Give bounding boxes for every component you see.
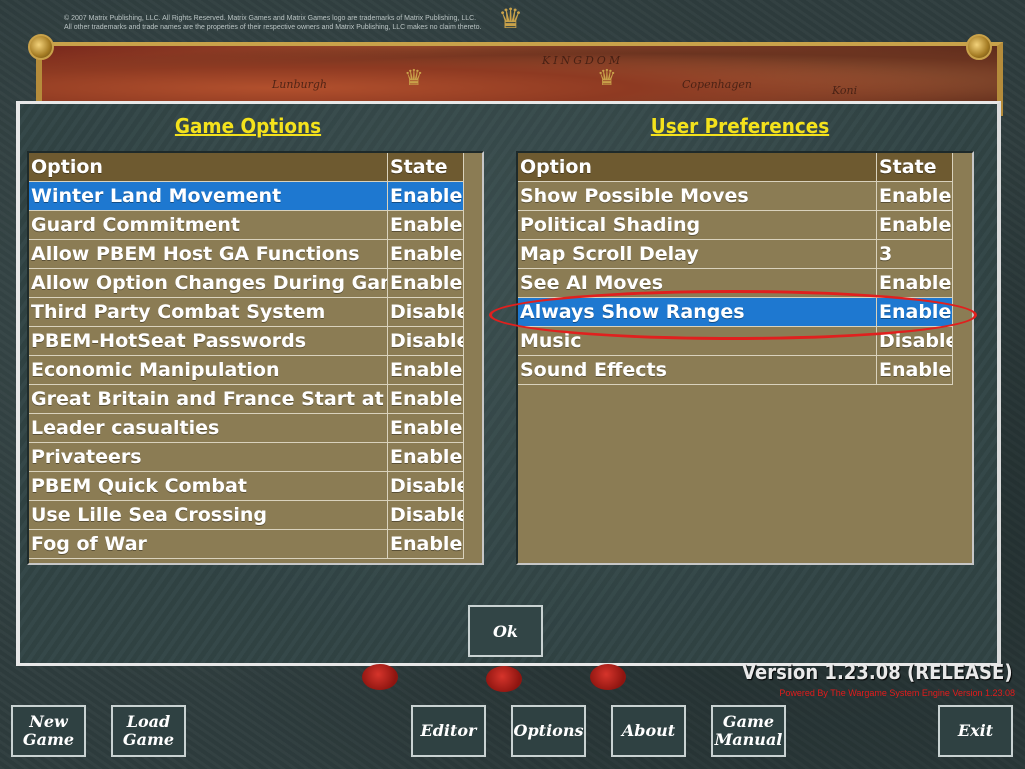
- option-state-cell[interactable]: Enabled: [388, 211, 464, 240]
- game-manual-button[interactable]: Game Manual: [711, 705, 786, 757]
- option-name-cell[interactable]: Fog of War: [29, 530, 388, 559]
- eagle-icon: ♛: [597, 66, 617, 91]
- gold-bolt-icon: [28, 34, 54, 60]
- option-name-cell[interactable]: Music: [518, 327, 877, 356]
- option-state-cell[interactable]: Enabled: [388, 443, 464, 472]
- option-state-cell[interactable]: Disabled: [388, 501, 464, 530]
- option-state-cell[interactable]: Disabled: [388, 327, 464, 356]
- table-row[interactable]: Third Party Combat SystemDisabled: [29, 298, 464, 327]
- option-name-cell[interactable]: Always Show Ranges: [518, 298, 877, 327]
- version-label: Version 1.23.08 (RELEASE): [742, 660, 1013, 684]
- ok-button[interactable]: Ok: [468, 605, 543, 657]
- option-name-cell[interactable]: Privateers: [29, 443, 388, 472]
- option-state-cell[interactable]: Enabled: [388, 530, 464, 559]
- engine-label: Powered By The Wargame System Engine Ver…: [779, 688, 1015, 698]
- option-name-cell[interactable]: Leader casualties: [29, 414, 388, 443]
- map-label: Copenhagen: [682, 78, 752, 91]
- option-name-cell[interactable]: Allow PBEM Host GA Functions: [29, 240, 388, 269]
- option-state-cell[interactable]: Enabled: [388, 269, 464, 298]
- gold-bolt-icon: [966, 34, 992, 60]
- table-row[interactable]: Use Lille Sea CrossingDisabled: [29, 501, 464, 530]
- table-row[interactable]: Map Scroll Delay 3: [518, 240, 953, 269]
- option-state-cell[interactable]: Enabled: [877, 298, 953, 327]
- option-state-cell[interactable]: 3: [877, 240, 953, 269]
- map-label: Koni: [832, 84, 858, 97]
- new-game-button[interactable]: New Game: [11, 705, 86, 757]
- about-button[interactable]: About: [611, 705, 686, 757]
- wax-seal-icon: [362, 664, 398, 690]
- user-preferences-title: User Preferences: [650, 114, 830, 138]
- option-state-cell[interactable]: Enabled: [388, 182, 464, 211]
- option-name-cell[interactable]: Economic Manipulation: [29, 356, 388, 385]
- option-state-cell[interactable]: Enabled: [877, 211, 953, 240]
- option-name-cell[interactable]: Great Britain and France Start at War: [29, 385, 388, 414]
- option-name-cell[interactable]: See AI Moves: [518, 269, 877, 298]
- copyright-notice: © 2007 Matrix Publishing, LLC. All Right…: [64, 15, 482, 31]
- user-preferences-table: Option State Show Possible MovesEnabledP…: [516, 151, 974, 565]
- editor-button[interactable]: Editor: [411, 705, 486, 757]
- table-header: Option State: [518, 153, 953, 182]
- table-row[interactable]: Political ShadingEnabled: [518, 211, 953, 240]
- table-row[interactable]: Winter Land MovementEnabled: [29, 182, 464, 211]
- option-state-cell[interactable]: Enabled: [877, 269, 953, 298]
- load-game-button[interactable]: Load Game: [111, 705, 186, 757]
- option-name-cell[interactable]: Use Lille Sea Crossing: [29, 501, 388, 530]
- option-state-cell[interactable]: Enabled: [388, 240, 464, 269]
- option-state-cell[interactable]: Enabled: [877, 182, 953, 211]
- table-row[interactable]: Leader casualtiesEnabled: [29, 414, 464, 443]
- table-row[interactable]: PrivateersEnabled: [29, 443, 464, 472]
- table-row[interactable]: PBEM-HotSeat PasswordsDisabled: [29, 327, 464, 356]
- option-name-cell[interactable]: Guard Commitment: [29, 211, 388, 240]
- options-button[interactable]: Options: [511, 705, 586, 757]
- option-name-cell[interactable]: Show Possible Moves: [518, 182, 877, 211]
- option-state-cell[interactable]: Enabled: [388, 385, 464, 414]
- option-name-cell[interactable]: Political Shading: [518, 211, 877, 240]
- option-name-cell[interactable]: Third Party Combat System: [29, 298, 388, 327]
- table-row[interactable]: See AI MovesEnabled: [518, 269, 953, 298]
- column-header-option[interactable]: Option: [518, 153, 877, 182]
- wax-seal-icon: [486, 666, 522, 692]
- eagle-icon: ♛: [498, 2, 524, 35]
- option-state-cell[interactable]: Disabled: [388, 472, 464, 501]
- option-name-cell[interactable]: Map Scroll Delay: [518, 240, 877, 269]
- table-row[interactable]: PBEM Quick CombatDisabled: [29, 472, 464, 501]
- map-label: Lunburgh: [272, 78, 327, 91]
- table-row[interactable]: Great Britain and France Start at WarEna…: [29, 385, 464, 414]
- table-row[interactable]: Show Possible MovesEnabled: [518, 182, 953, 211]
- option-state-cell[interactable]: Enabled: [877, 356, 953, 385]
- table-row[interactable]: Economic ManipulationEnabled: [29, 356, 464, 385]
- option-name-cell[interactable]: PBEM-HotSeat Passwords: [29, 327, 388, 356]
- option-state-cell[interactable]: Enabled: [388, 414, 464, 443]
- option-name-cell[interactable]: Sound Effects: [518, 356, 877, 385]
- column-header-state[interactable]: State: [388, 153, 464, 182]
- game-options-title: Game Options: [174, 114, 322, 138]
- option-name-cell[interactable]: PBEM Quick Combat: [29, 472, 388, 501]
- option-name-cell[interactable]: Winter Land Movement: [29, 182, 388, 211]
- wax-seal-icon: [590, 664, 626, 690]
- option-state-cell[interactable]: Disabled: [877, 327, 953, 356]
- table-row[interactable]: MusicDisabled: [518, 327, 953, 356]
- column-header-state[interactable]: State: [877, 153, 953, 182]
- column-header-option[interactable]: Option: [29, 153, 388, 182]
- table-row[interactable]: Allow Option Changes During GameEnabled: [29, 269, 464, 298]
- exit-button[interactable]: Exit: [938, 705, 1013, 757]
- option-state-cell[interactable]: Enabled: [388, 356, 464, 385]
- table-row[interactable]: Allow PBEM Host GA FunctionsEnabled: [29, 240, 464, 269]
- table-row[interactable]: Always Show RangesEnabled: [518, 298, 953, 327]
- option-state-cell[interactable]: Disabled: [388, 298, 464, 327]
- table-header: Option State: [29, 153, 464, 182]
- game-options-table: Option State Winter Land MovementEnabled…: [27, 151, 484, 565]
- table-row[interactable]: Sound EffectsEnabled: [518, 356, 953, 385]
- eagle-icon: ♛: [404, 66, 424, 91]
- table-row[interactable]: Fog of WarEnabled: [29, 530, 464, 559]
- option-name-cell[interactable]: Allow Option Changes During Game: [29, 269, 388, 298]
- table-row[interactable]: Guard CommitmentEnabled: [29, 211, 464, 240]
